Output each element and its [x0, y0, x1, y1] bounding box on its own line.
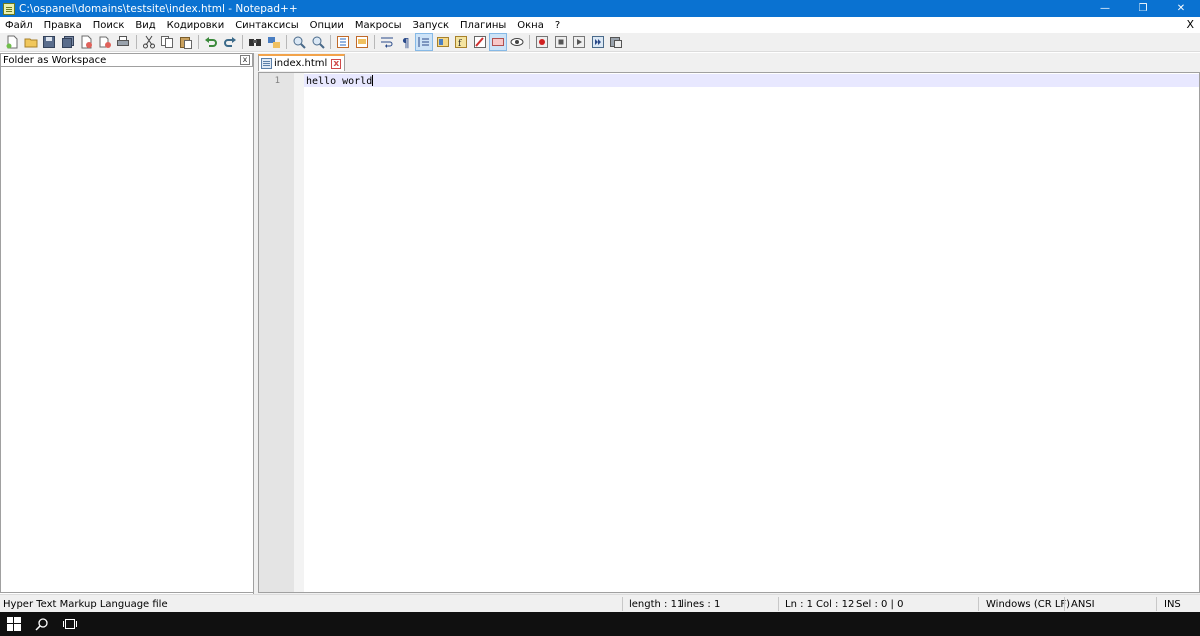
document-map-icon[interactable] [435, 34, 451, 50]
text-caret [372, 75, 374, 86]
folder-as-workspace-panel: Folder as Workspace x [0, 53, 254, 594]
task-view-icon[interactable] [56, 612, 84, 636]
status-bar: Hyper Text Markup Language file length :… [0, 594, 1200, 612]
status-length: length : 11 [629, 599, 684, 610]
notepad-plus-plus-icon[interactable] [3, 2, 15, 15]
fold-margin [294, 73, 304, 592]
tab-close-button[interactable]: x [331, 58, 342, 69]
status-divider [622, 597, 623, 611]
file-icon [261, 58, 272, 69]
zoom-out-icon[interactable] [310, 34, 326, 50]
new-file-icon[interactable] [4, 34, 20, 50]
status-encoding[interactable]: ANSI [1071, 599, 1095, 610]
menu-file[interactable]: Файл [5, 20, 33, 31]
restore-button[interactable]: ❐ [1124, 0, 1162, 17]
workspace-tree[interactable] [0, 67, 253, 593]
current-line-highlight [304, 74, 1199, 87]
status-eol[interactable]: Windows (CR LF) [986, 599, 1070, 610]
show-all-chars-icon[interactable]: ¶ [398, 34, 414, 50]
status-divider [778, 597, 779, 611]
cut-icon[interactable] [141, 34, 157, 50]
save-all-icon[interactable] [60, 34, 76, 50]
menu-window[interactable]: Окна [517, 20, 544, 31]
line-number-gutter: 1 [259, 73, 294, 592]
menu-macro[interactable]: Макросы [355, 20, 402, 31]
record-macro-icon[interactable] [534, 34, 550, 50]
save-macro-icon[interactable] [608, 34, 624, 50]
menu-settings[interactable]: Опции [310, 20, 344, 31]
tab-bar: index.html x [257, 53, 1200, 71]
window-title: C:\ospanel\domains\testsite\index.html -… [19, 2, 298, 15]
menu-help[interactable]: ? [555, 20, 560, 31]
menu-plugins[interactable]: Плагины [460, 20, 506, 31]
code-line[interactable]: hello world [306, 75, 374, 87]
editor-area: index.html x 1 hello world [257, 53, 1200, 594]
doc-switcher-icon[interactable] [489, 33, 507, 51]
print-icon[interactable] [115, 34, 131, 50]
redo-icon[interactable] [222, 34, 238, 50]
menu-bar: Файл Правка Поиск Вид Кодировки Синтакси… [0, 17, 1200, 33]
replace-icon[interactable] [266, 34, 282, 50]
status-line-number: Ln : 1 [785, 599, 813, 610]
play-macro-icon[interactable] [571, 34, 587, 50]
menu-view[interactable]: Вид [135, 20, 155, 31]
toolbar-separator [242, 35, 243, 49]
undo-icon[interactable] [203, 34, 219, 50]
minimize-button[interactable]: — [1086, 0, 1124, 17]
toolbar-separator [330, 35, 331, 49]
window-controls: — ❐ ✕ [1086, 0, 1200, 17]
status-divider [978, 597, 979, 611]
find-icon[interactable] [247, 34, 263, 50]
stop-macro-icon[interactable] [553, 34, 569, 50]
status-divider [1156, 597, 1157, 611]
menu-language[interactable]: Синтаксисы [235, 20, 298, 31]
status-file-type: Hyper Text Markup Language file [3, 599, 168, 610]
close-icon[interactable] [78, 34, 94, 50]
title-bar: C:\ospanel\domains\testsite\index.html -… [0, 0, 1200, 17]
copy-icon[interactable] [159, 34, 175, 50]
paste-icon[interactable] [178, 34, 194, 50]
sync-horizontal-icon[interactable] [354, 34, 370, 50]
function-list-icon[interactable]: f [453, 34, 469, 50]
panel-title: Folder as Workspace [3, 54, 107, 66]
menu-encoding[interactable]: Кодировки [167, 20, 225, 31]
menu-edit[interactable]: Правка [44, 20, 82, 31]
text-editor[interactable]: 1 hello world [258, 72, 1200, 593]
toolbar-separator [529, 35, 530, 49]
toolbar-separator [198, 35, 199, 49]
status-selection: Sel : 0 | 0 [856, 599, 904, 610]
tab-index-html[interactable]: index.html x [258, 54, 346, 71]
monitoring-icon[interactable] [509, 34, 525, 50]
zoom-in-icon[interactable] [291, 34, 307, 50]
sync-vertical-icon[interactable] [335, 34, 351, 50]
toolbar-separator [135, 35, 137, 49]
toolbar-separator [374, 35, 375, 49]
code-line-text: hello world [306, 76, 373, 87]
panel-header: Folder as Workspace x [0, 53, 253, 67]
windows-start-icon[interactable] [0, 612, 28, 636]
line-number: 1 [274, 76, 280, 86]
indent-guide-icon[interactable] [415, 33, 433, 51]
panel-close-button[interactable]: x [240, 55, 250, 65]
close-all-icon[interactable] [97, 34, 113, 50]
word-wrap-icon[interactable] [379, 34, 395, 50]
close-document-button[interactable]: X [1186, 18, 1194, 31]
tab-label: index.html [274, 58, 328, 69]
toolbar: ¶ f [0, 33, 1200, 52]
run-macro-multiple-icon[interactable] [590, 34, 606, 50]
open-file-icon[interactable] [23, 34, 39, 50]
svg-text:¶: ¶ [402, 36, 410, 49]
status-column: Col : 12 [816, 599, 855, 610]
status-divider [1064, 597, 1065, 611]
status-lines: lines : 1 [681, 599, 721, 610]
menu-run[interactable]: Запуск [412, 20, 449, 31]
status-insert-mode[interactable]: INS [1164, 599, 1181, 610]
folder-workspace-icon[interactable] [472, 34, 488, 50]
search-icon[interactable] [28, 612, 56, 636]
toolbar-separator [286, 35, 287, 49]
menu-search[interactable]: Поиск [93, 20, 125, 31]
close-window-button[interactable]: ✕ [1162, 0, 1200, 17]
save-icon[interactable] [41, 34, 57, 50]
taskbar [0, 612, 1200, 636]
